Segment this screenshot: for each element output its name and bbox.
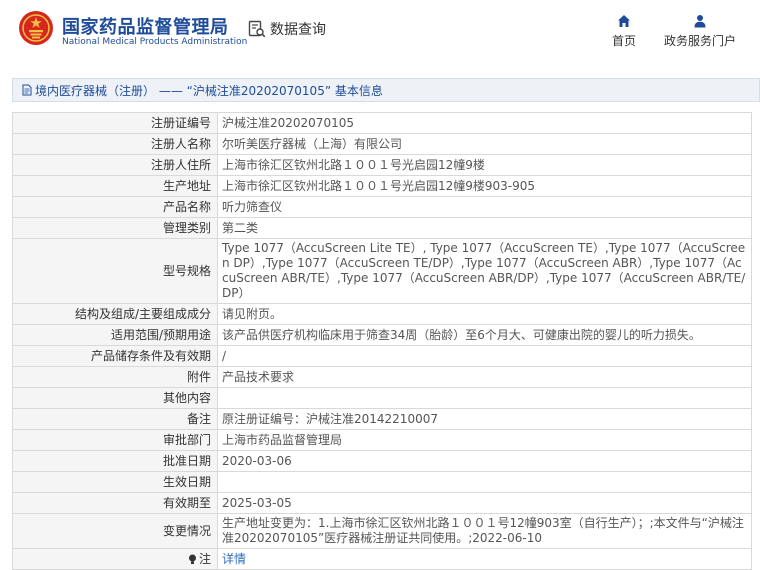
table-row: 产品名称 听力筛查仪 <box>12 196 752 218</box>
field-label: 管理类别 <box>12 217 218 239</box>
note-label-cell: 注 <box>12 548 218 570</box>
site-name[interactable]: 国家药品监督管理局 <box>62 13 229 39</box>
field-label: 审批部门 <box>12 429 218 451</box>
field-label: 变更情况 <box>12 513 218 549</box>
table-row: 审批部门 上海市药品监督管理局 <box>12 429 752 451</box>
table-row: 批准日期 2020-03-06 <box>12 450 752 472</box>
site-header: 国家药品监督管理局 National Medical Products Admi… <box>0 0 760 64</box>
field-label: 其他内容 <box>12 387 218 409</box>
data-query-label: 数据查询 <box>270 22 326 38</box>
field-label: 适用范围/预期用途 <box>12 324 218 346</box>
field-label: 生效日期 <box>12 471 218 493</box>
national-emblem-logo[interactable] <box>18 10 54 46</box>
details-link[interactable]: 详情 <box>217 548 752 570</box>
field-label: 备注 <box>12 408 218 430</box>
document-icon <box>22 84 32 96</box>
nav-home-label: 首页 <box>611 34 636 48</box>
table-row: 注 详情 <box>12 548 752 570</box>
table-row: 结构及组成/主要组成成分 请见附页。 <box>12 303 752 325</box>
field-label: 产品名称 <box>12 196 218 218</box>
field-value: 听力筛查仪 <box>217 196 752 218</box>
field-value: 沪械注准20202070105 <box>217 112 752 134</box>
nav-portal-label: 政务服务门户 <box>663 34 736 48</box>
nav-home[interactable]: 首页 <box>606 14 642 49</box>
field-label: 批准日期 <box>12 450 218 472</box>
field-value <box>217 387 752 409</box>
table-row: 其他内容 <box>12 387 752 409</box>
field-value: 产品技术要求 <box>217 366 752 388</box>
registration-detail-table: 注册证编号 沪械注准20202070105 注册人名称 尔听美医疗器械（上海）有限公… <box>12 112 752 570</box>
table-row: 附件 产品技术要求 <box>12 366 752 388</box>
table-row: 适用范围/预期用途 该产品供医疗机构临床用于筛查34周（胎龄）至6个月大、可健康出… <box>12 324 752 346</box>
table-row: 生效日期 <box>12 471 752 493</box>
field-label: 注册人名称 <box>12 133 218 155</box>
home-icon <box>618 15 630 27</box>
field-label: 产品储存条件及有效期 <box>12 345 218 367</box>
field-value: 第二类 <box>217 217 752 239</box>
breadcrumb: 境内医疗器械（注册） —— “沪械注准20202070105” 基本信息 <box>12 78 760 102</box>
field-value: 该产品供医疗机构临床用于筛查34周（胎龄）至6个月大、可健康出院的婴儿的听力损失… <box>217 324 752 346</box>
table-row: 注册人名称 尔听美医疗器械（上海）有限公司 <box>12 133 752 155</box>
field-value: 请见附页。 <box>217 303 752 325</box>
field-value: 上海市徐汇区钦州北路１００１号光启园12幢9楼 <box>217 154 752 176</box>
field-label: 结构及组成/主要组成成分 <box>12 303 218 325</box>
field-label: 附件 <box>12 366 218 388</box>
field-value: 生产地址变更为：1.上海市徐汇区钦州北路１００１号12幢903室（自行生产）；;… <box>217 513 752 549</box>
table-row: 有效期至 2025-03-05 <box>12 492 752 514</box>
table-row: 注册证编号 沪械注准20202070105 <box>12 112 752 134</box>
field-value: / <box>217 345 752 367</box>
field-value <box>217 471 752 493</box>
field-value: Type 1077（AccuScreen Lite TE）, Type 1077… <box>217 238 752 304</box>
table-row: 型号规格 Type 1077（AccuScreen Lite TE）, Type … <box>12 238 752 304</box>
field-value: 上海市徐汇区钦州北路１００１号光启园12幢9楼903-905 <box>217 175 752 197</box>
data-search-icon <box>248 20 266 38</box>
nav-government-portal[interactable]: 政务服务门户 <box>662 14 738 49</box>
data-query-link[interactable]: 数据查询 <box>248 18 326 40</box>
table-row: 生产地址 上海市徐汇区钦州北路１００１号光启园12幢9楼903-905 <box>12 175 752 197</box>
field-value: 2025-03-05 <box>217 492 752 514</box>
table-row: 变更情况 生产地址变更为：1.上海市徐汇区钦州北路１００１号12幢903室（自行生… <box>12 513 752 549</box>
note-label: 注 <box>198 551 211 566</box>
field-value: 上海市药品监督管理局 <box>217 429 752 451</box>
table-row: 管理类别 第二类 <box>12 217 752 239</box>
field-value: 2020-03-06 <box>217 450 752 472</box>
table-row: 注册人住所 上海市徐汇区钦州北路１００１号光启园12幢9楼 <box>12 154 752 176</box>
field-value: 尔听美医疗器械（上海）有限公司 <box>217 133 752 155</box>
lightbulb-icon <box>188 554 196 564</box>
field-value: 原注册证编号：沪械注准20142210007 <box>217 408 752 430</box>
table-row: 备注 原注册证编号：沪械注准20142210007 <box>12 408 752 430</box>
user-icon <box>694 15 706 28</box>
table-row: 产品储存条件及有效期 / <box>12 345 752 367</box>
field-label: 生产地址 <box>12 175 218 197</box>
site-name-english[interactable]: National Medical Products Administration <box>62 37 247 47</box>
field-label: 注册人住所 <box>12 154 218 176</box>
field-label: 型号规格 <box>12 238 218 304</box>
breadcrumb-text: 境内医疗器械（注册） —— “沪械注准20202070105” 基本信息 <box>35 83 383 98</box>
field-label: 注册证编号 <box>12 112 218 134</box>
field-label: 有效期至 <box>12 492 218 514</box>
